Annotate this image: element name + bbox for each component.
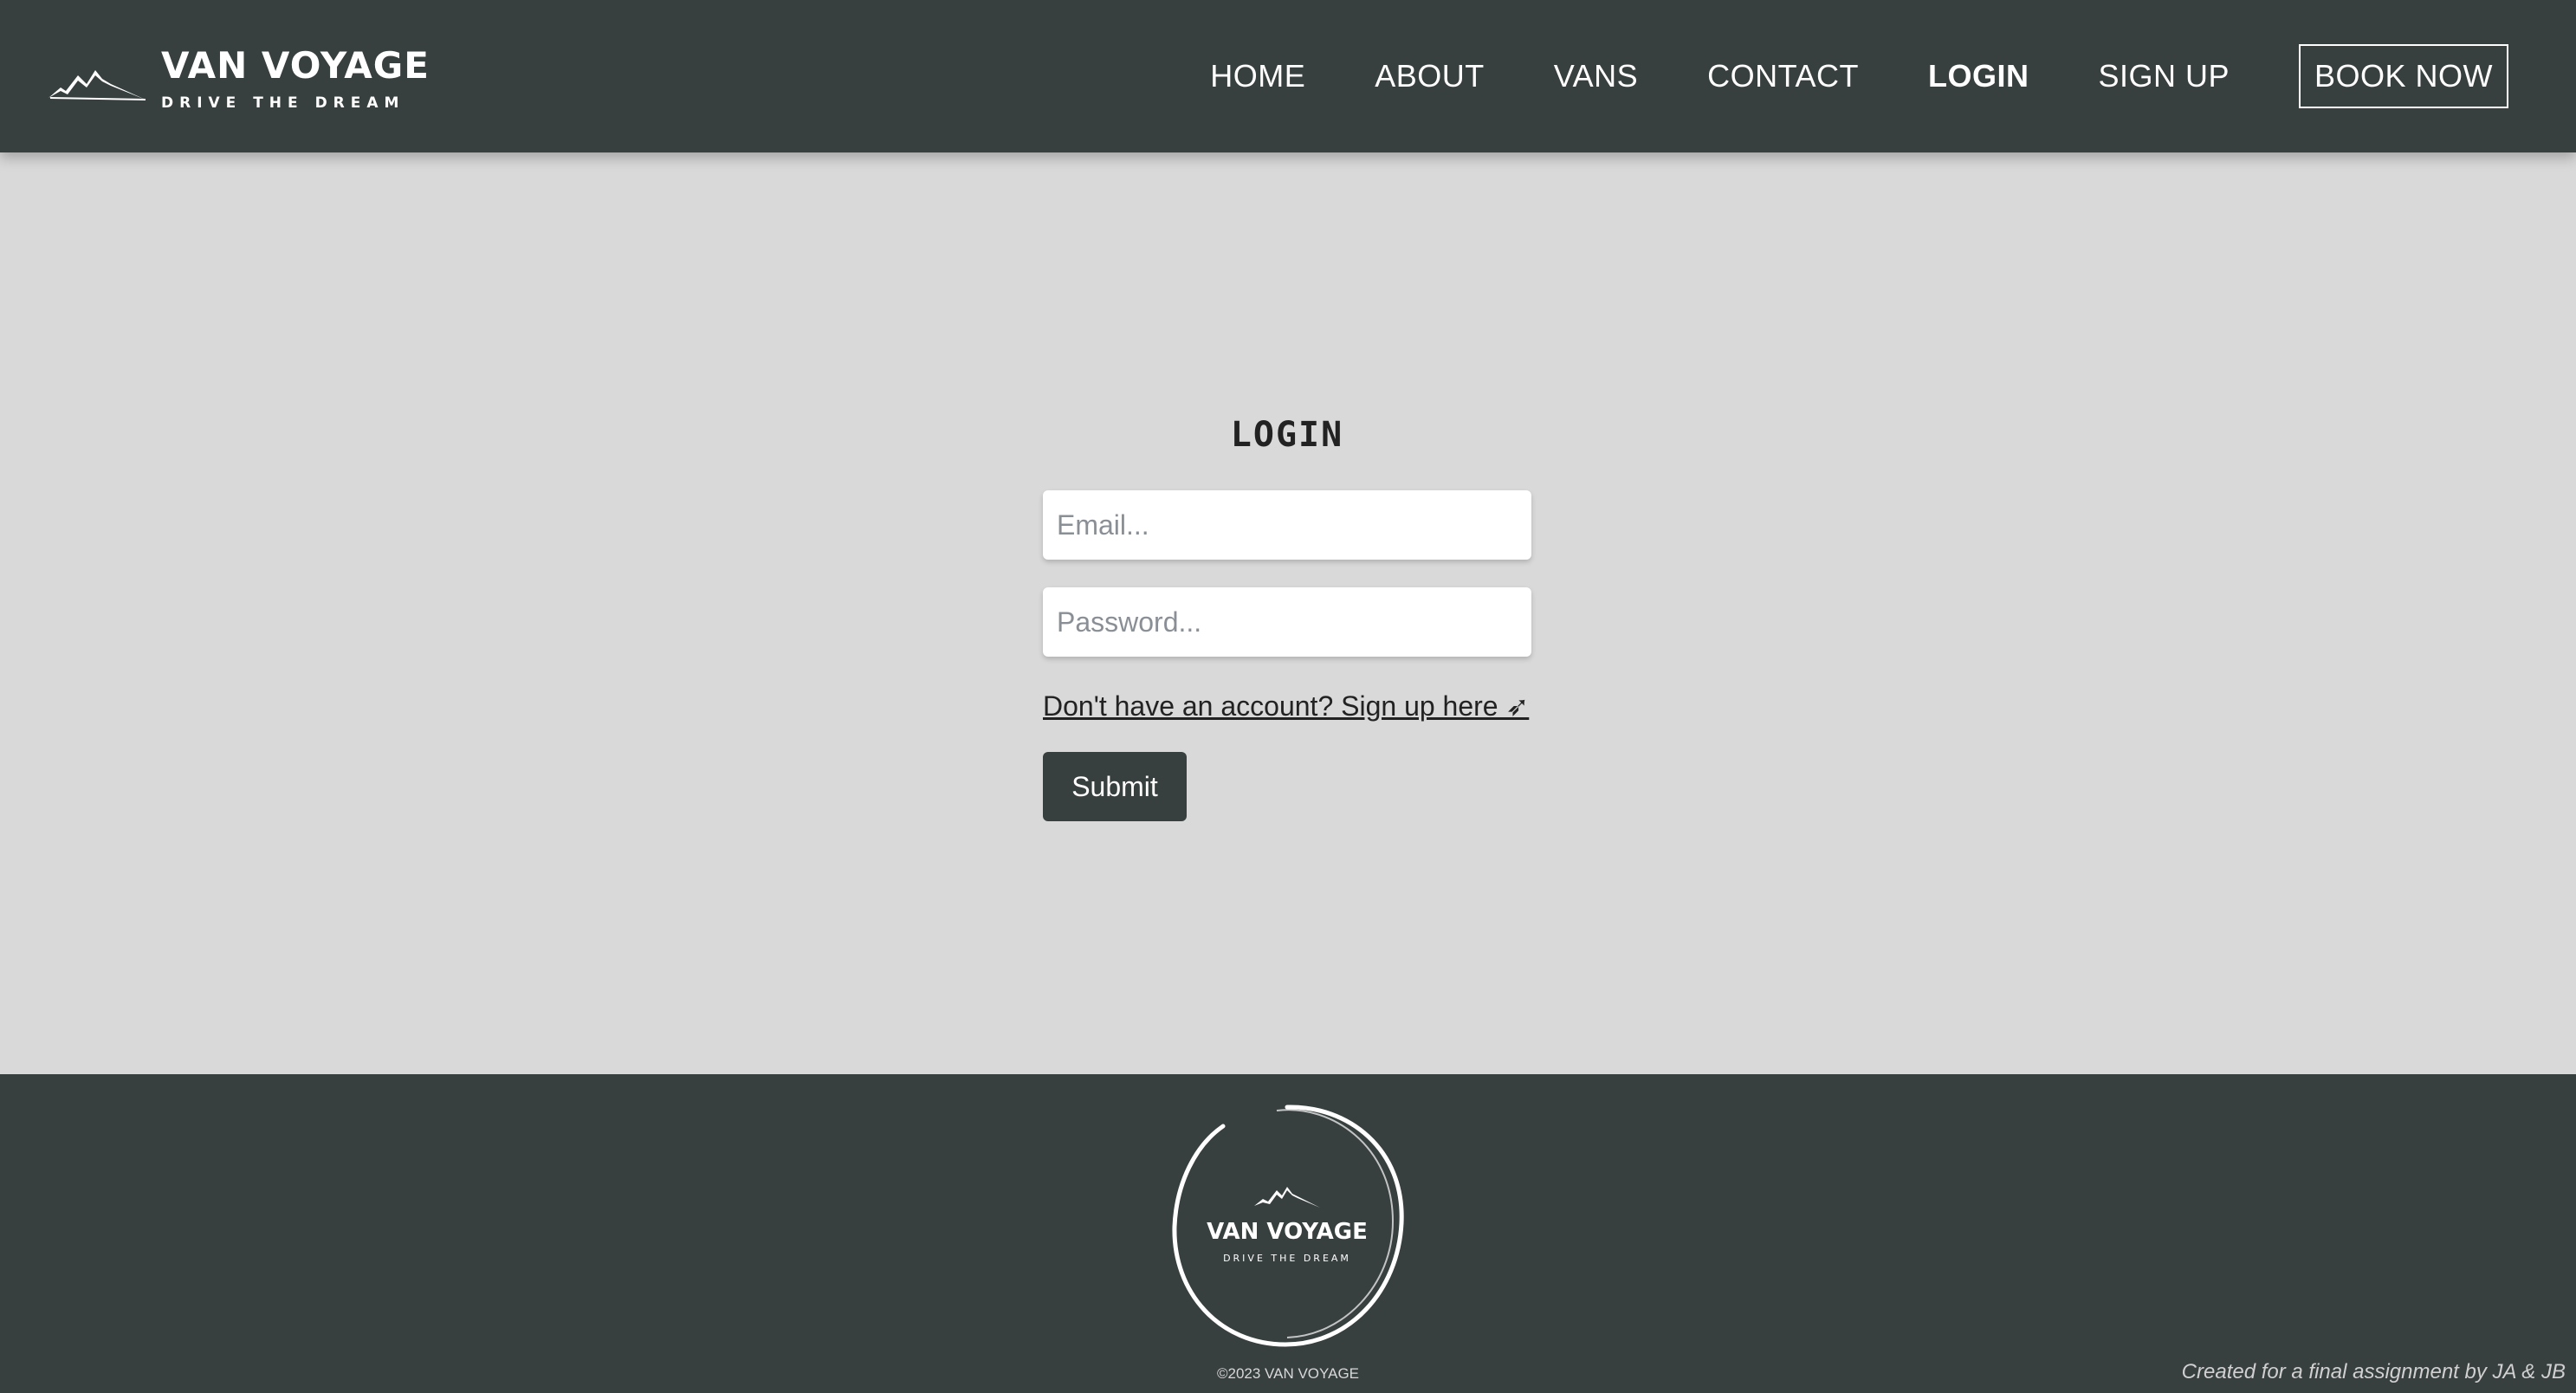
credit-text: Created for a final assignment by JA & J… xyxy=(2181,1360,2566,1383)
mountain-icon xyxy=(49,70,146,100)
brand-name: VAN VOYAGE xyxy=(161,44,430,87)
main-nav: HOME ABOUT VANS CONTACT LOGIN SIGN UP BO… xyxy=(1141,0,2576,152)
footer-logo-name: VAN VOYAGE xyxy=(1207,1219,1368,1245)
book-now-button[interactable]: BOOK NOW xyxy=(2298,44,2508,108)
nav-sign-up[interactable]: SIGN UP xyxy=(2098,58,2230,94)
brand-logo[interactable]: VAN VOYAGE DRIVE THE DREAM xyxy=(49,35,430,121)
nav-home[interactable]: HOME xyxy=(1210,58,1305,94)
nav-contact[interactable]: CONTACT xyxy=(1707,58,1859,94)
login-form: LOGIN Don't have an account? Sign up her… xyxy=(1043,409,1531,821)
password-input[interactable] xyxy=(1043,587,1531,657)
brand-tagline: DRIVE THE DREAM xyxy=(161,94,405,112)
submit-button[interactable]: Submit xyxy=(1043,752,1187,821)
footer-logo-tagline: DRIVE THE DREAM xyxy=(1223,1253,1351,1264)
email-input[interactable] xyxy=(1043,490,1531,560)
login-title: LOGIN xyxy=(1230,415,1344,455)
nav-vans[interactable]: VANS xyxy=(1554,58,1638,94)
site-footer: VAN VOYAGE DRIVE THE DREAM ©2023 VAN VOY… xyxy=(0,1074,2576,1393)
site-header: VAN VOYAGE DRIVE THE DREAM HOME ABOUT VA… xyxy=(0,0,2576,152)
nav-login[interactable]: LOGIN xyxy=(1928,58,2029,94)
footer-logo: VAN VOYAGE DRIVE THE DREAM xyxy=(1172,1105,1404,1347)
main-content: LOGIN Don't have an account? Sign up her… xyxy=(0,152,2576,1074)
nav-about[interactable]: ABOUT xyxy=(1375,58,1485,94)
signup-link[interactable]: Don't have an account? Sign up here ➶ xyxy=(1043,690,1531,722)
